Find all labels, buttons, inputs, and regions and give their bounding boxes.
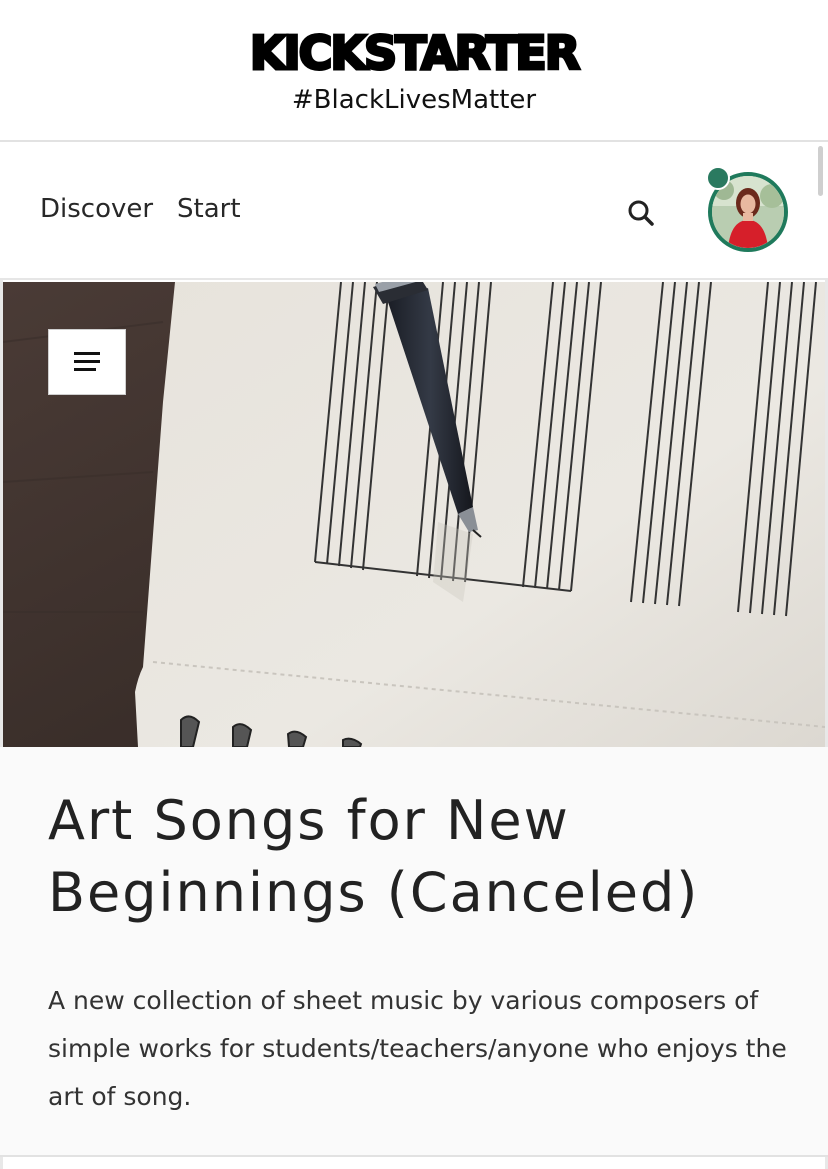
menu-button[interactable] [48, 329, 126, 395]
scrollbar[interactable] [818, 146, 823, 196]
menu-icon [74, 352, 100, 371]
search-icon[interactable] [626, 198, 656, 228]
main-nav: Discover Start [0, 142, 828, 280]
project-hero-image [3, 282, 825, 747]
notification-dot [706, 166, 730, 190]
site-header: KICKSTARTER #BlackLivesMatter [0, 0, 828, 142]
sheet-music-photo [3, 282, 825, 747]
project-title: Art Songs for New Beginnings (Canceled) [48, 789, 700, 924]
kickstarter-logo[interactable]: KICKSTARTER [0, 25, 828, 82]
nav-discover-link[interactable]: Discover [40, 192, 153, 226]
nav-start-link[interactable]: Start [177, 192, 241, 226]
hashtag-banner[interactable]: #BlackLivesMatter [0, 84, 828, 116]
project-blurb: A new collection of sheet music by vario… [48, 986, 787, 1111]
project-details: Art Songs for New Beginnings (Canceled) … [0, 747, 828, 1157]
